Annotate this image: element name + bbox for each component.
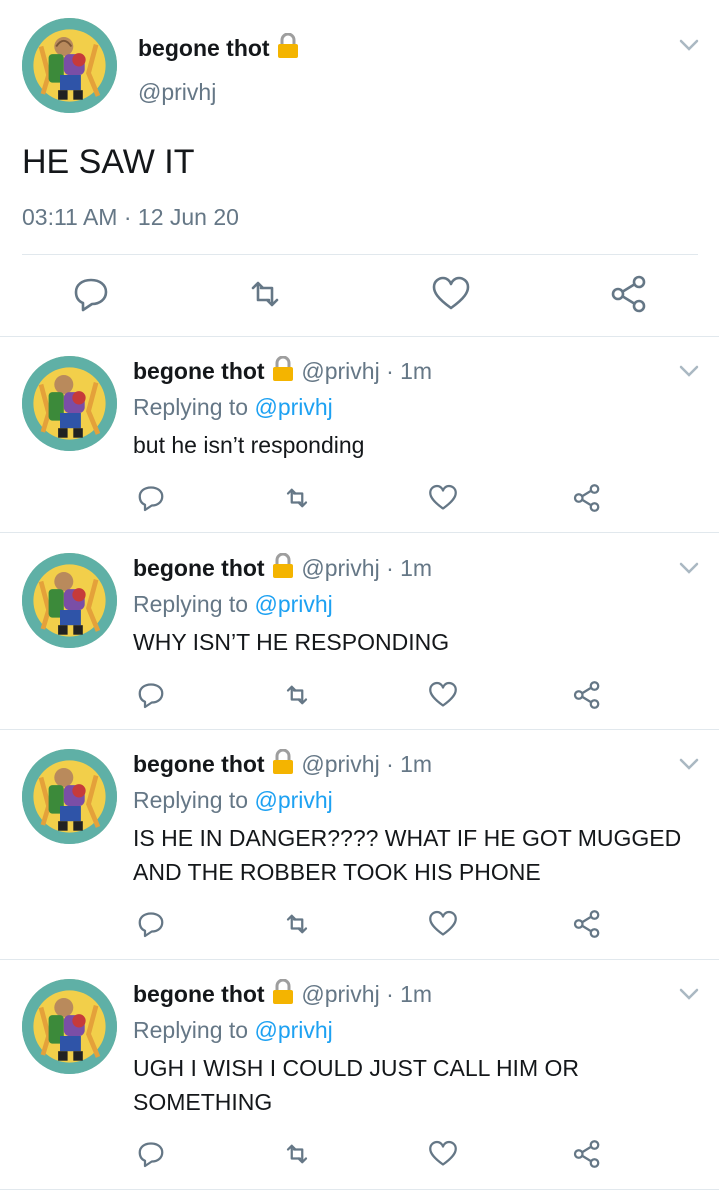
retweet-icon[interactable] [282,1139,312,1169]
replying-to: Replying to @privhj [133,591,333,618]
display-name[interactable]: begone thot [133,358,265,384]
separator-dot: · [386,358,394,384]
share-icon[interactable] [572,483,602,513]
tweet-header: begone thot @privhj · 1m [133,355,432,388]
tweet-text: HE SAW IT [22,143,195,181]
replying-to-label: Replying to [133,787,249,813]
heart-icon[interactable] [431,274,471,314]
chevron-down-icon[interactable] [678,561,700,575]
avatar-image [22,18,117,113]
avatar-image [22,979,117,1074]
chevron-down-icon[interactable] [678,757,700,771]
tweet-time[interactable]: 1m [400,751,432,777]
mention-link[interactable]: @privhj [254,1017,332,1043]
chevron-down-icon[interactable] [678,38,700,52]
tweet-text: WHY ISN’T HE RESPONDING [133,629,450,655]
tweet-header: begone thot @privhj · 1m [133,978,432,1011]
reply-icon[interactable] [136,1139,166,1169]
reply-tweet[interactable]: begone thot @privhj · 1m Replying to @pr… [0,731,719,959]
lock-icon [271,355,295,388]
heart-icon[interactable] [428,1139,458,1169]
reply-tweet[interactable]: begone thot @privhj · 1m Replying to @pr… [0,961,719,1189]
avatar[interactable] [22,749,117,844]
reply-icon[interactable] [136,909,166,939]
display-name[interactable]: begone thot [133,555,265,581]
avatar[interactable] [22,553,117,648]
mention-link[interactable]: @privhj [254,591,332,617]
separator-dot: · [386,751,394,777]
share-icon[interactable] [572,680,602,710]
replying-to-label: Replying to [133,394,249,420]
tweet-time[interactable]: 1m [400,981,432,1007]
divider [0,959,719,960]
handle[interactable]: @privhj [301,751,379,777]
tweet-text: IS HE IN DANGER???? WHAT IF HE GOT MUGGE… [133,825,682,885]
avatar-image [22,749,117,844]
handle[interactable]: @privhj [138,79,216,106]
lock-icon [271,978,295,1011]
tweet-text: UGH I WISH I COULD JUST CALL HIM OR SOME… [133,1055,579,1115]
tweet-text: but he isn’t responding [133,432,365,458]
replying-to-label: Replying to [133,591,249,617]
tweet-time[interactable]: 1m [400,555,432,581]
display-name-text[interactable]: begone thot [138,35,270,61]
tweet-header: begone thot @privhj · 1m [133,748,432,781]
heart-icon[interactable] [428,483,458,513]
reply-icon[interactable] [136,483,166,513]
retweet-icon[interactable] [282,680,312,710]
reply-icon[interactable] [136,680,166,710]
display-name[interactable]: begone thot [133,751,265,777]
retweet-icon[interactable] [282,909,312,939]
avatar[interactable] [22,18,117,113]
avatar-image [22,356,117,451]
tweet-actions [0,483,719,515]
reply-tweet[interactable]: begone thot @privhj · 1m Replying to @pr… [0,338,719,532]
share-icon[interactable] [572,909,602,939]
heart-icon[interactable] [428,909,458,939]
tweet-timestamp[interactable]: 03:11 AM · 12 Jun 20 [22,204,239,231]
display-name[interactable]: begone thot [138,32,300,65]
lock-icon [271,748,295,781]
divider [0,336,719,337]
lock-icon [276,32,300,65]
separator-dot: · [386,981,394,1007]
main-tweet: begone thot @privhj HE SAW IT 03:11 AM ·… [0,0,719,338]
retweet-icon[interactable] [245,274,285,314]
handle[interactable]: @privhj [301,555,379,581]
separator-dot: · [386,555,394,581]
reply-icon[interactable] [71,274,111,314]
replying-to: Replying to @privhj [133,787,333,814]
mention-link[interactable]: @privhj [254,787,332,813]
chevron-down-icon[interactable] [678,364,700,378]
avatar[interactable] [22,356,117,451]
divider [0,1189,719,1190]
heart-icon[interactable] [428,680,458,710]
lock-icon [271,552,295,585]
reply-tweet[interactable]: begone thot @privhj · 1m Replying to @pr… [0,535,719,729]
tweet-actions [0,1139,719,1171]
mention-link[interactable]: @privhj [254,394,332,420]
divider [0,532,719,533]
handle[interactable]: @privhj [301,981,379,1007]
tweet-time[interactable]: 1m [400,358,432,384]
avatar-image [22,553,117,648]
tweet-header: begone thot @privhj · 1m [133,552,432,585]
display-name[interactable]: begone thot [133,981,265,1007]
share-icon[interactable] [572,1139,602,1169]
share-icon[interactable] [609,274,649,314]
replying-to: Replying to @privhj [133,1017,333,1044]
replying-to: Replying to @privhj [133,394,333,421]
tweet-actions [0,680,719,712]
tweet-actions [0,909,719,941]
retweet-icon[interactable] [282,483,312,513]
replying-to-label: Replying to [133,1017,249,1043]
handle[interactable]: @privhj [301,358,379,384]
divider [0,729,719,730]
tweet-actions [0,274,719,316]
chevron-down-icon[interactable] [678,987,700,1001]
divider [22,254,698,255]
avatar[interactable] [22,979,117,1074]
